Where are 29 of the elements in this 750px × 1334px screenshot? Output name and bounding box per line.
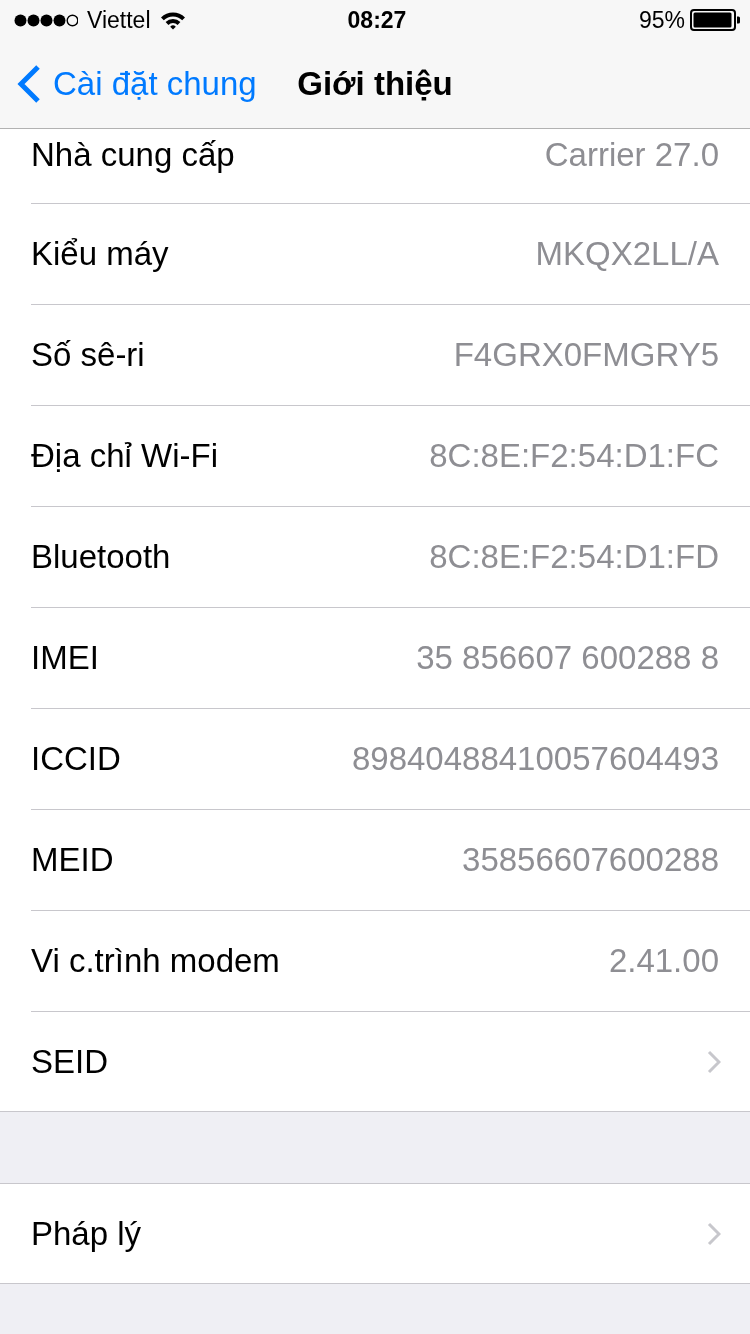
row-value: 35 856607 600288 8 [416, 638, 719, 678]
row-label: Địa chỉ Wi-Fi [31, 436, 218, 476]
nav-title: Giới thiệu [297, 65, 453, 103]
back-chevron-icon [17, 65, 41, 103]
row-value: F4GRX0FMGRY5 [453, 335, 719, 375]
carrier-name: Viettel [87, 6, 151, 34]
row-value: 35856607600288 [462, 840, 719, 880]
row-label: Vi c.trình modem [31, 941, 280, 981]
row-label: Số sê-ri [31, 335, 145, 375]
signal-dots-icon [14, 13, 78, 27]
chevron-icon [707, 1221, 721, 1246]
battery-percent: 95% [638, 6, 685, 34]
row-label: ICCID [31, 739, 121, 779]
back-button[interactable]: Cài đặt chung [17, 65, 257, 103]
row-label: Kiểu máy [31, 234, 169, 274]
row-label: MEID [31, 840, 114, 880]
row-label: Nhà cung cấp [31, 135, 235, 175]
row-value: 2.41.00 [608, 941, 719, 981]
row-value: 89840488410057604493 [351, 739, 719, 779]
battery-icon [690, 9, 740, 31]
row-value: Carrier 27.0 [544, 135, 719, 175]
row-value: 8C:8E:F2:54:D1:FC [429, 436, 719, 476]
wifi-icon [159, 10, 186, 30]
row-value: 8C:8E:F2:54:D1:FD [429, 537, 719, 577]
row-label: Bluetooth [31, 537, 171, 577]
chevron-icon [707, 1049, 721, 1074]
row-label: IMEI [31, 638, 99, 678]
clock-time: 08:27 [347, 6, 407, 34]
row-value: MKQX2LL/A [535, 234, 719, 274]
